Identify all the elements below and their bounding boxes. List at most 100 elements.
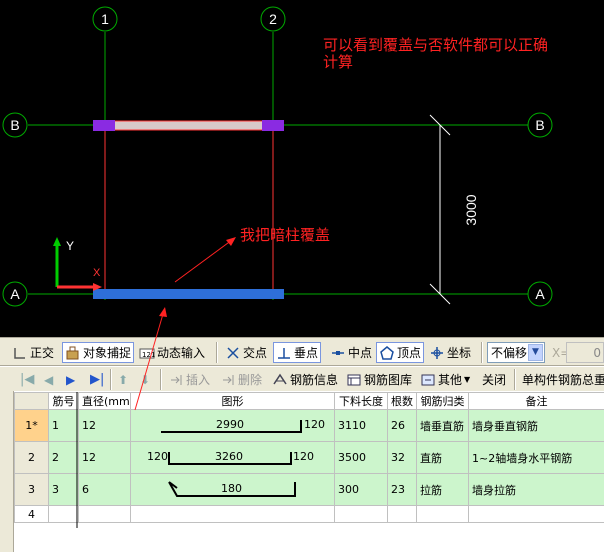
table-row[interactable]: 1* 1 12 2990 120 3110 26 墙垂直筋 墙身垂直钢筋 bbox=[14, 409, 604, 442]
row-index[interactable]: 2 bbox=[14, 441, 49, 474]
cell-count[interactable] bbox=[387, 505, 417, 523]
cell-count[interactable]: 32 bbox=[387, 441, 417, 474]
cad-canvas[interactable]: 1 2 B B A A 3000 Y X 可以看到覆盖与否软件都可以正确 计算 … bbox=[0, 0, 604, 337]
total-weight-label: 单构件钢筋总重 bbox=[522, 372, 604, 387]
header-diameter[interactable]: 直径(mm) bbox=[78, 392, 131, 410]
cell-category[interactable]: 墙垂直筋 bbox=[416, 409, 469, 442]
cell-bar-no[interactable] bbox=[48, 505, 79, 523]
top-beam[interactable] bbox=[94, 120, 281, 131]
cell-shape[interactable]: 120 3260 120 bbox=[130, 441, 335, 474]
row-index[interactable]: 4 bbox=[14, 505, 49, 523]
cell-remarks[interactable]: 墙身垂直钢筋 bbox=[468, 409, 604, 442]
cell-diameter[interactable]: 12 bbox=[78, 441, 131, 474]
axis-label-a-right: A bbox=[535, 286, 545, 302]
other-menu-button[interactable]: 其他 ▼ bbox=[418, 369, 472, 390]
total-weight-button[interactable]: 单构件钢筋总重 bbox=[520, 369, 604, 390]
delete-label: 删除 bbox=[238, 372, 263, 387]
midpoint-label: 中点 bbox=[348, 345, 373, 360]
cell-count[interactable]: 26 bbox=[387, 409, 417, 442]
coordinate-icon bbox=[429, 345, 445, 361]
header-bar-no[interactable]: 筋号 bbox=[48, 392, 79, 410]
cell-cut-length[interactable]: 3110 bbox=[334, 409, 388, 442]
cell-remarks[interactable] bbox=[468, 505, 604, 523]
x-input[interactable]: 0 bbox=[566, 342, 604, 363]
cell-bar-no[interactable]: 3 bbox=[48, 473, 79, 506]
annotation-top-line1: 可以看到覆盖与否软件都可以正确 bbox=[323, 36, 548, 54]
object-snap-button[interactable]: 对象捕捉 bbox=[62, 342, 135, 363]
rebar-info-button[interactable]: 钢筋信息 bbox=[270, 369, 340, 390]
cell-cut-length[interactable]: 300 bbox=[334, 473, 388, 506]
first-record-icon[interactable]: |◀ bbox=[18, 369, 36, 390]
dynamic-input-button[interactable]: 121 动态输入 bbox=[137, 342, 207, 363]
cell-remarks[interactable]: 1~2轴墙身水平钢筋 bbox=[468, 441, 604, 474]
move-up-icon[interactable]: ⬆ bbox=[116, 369, 130, 390]
cell-diameter[interactable]: 12 bbox=[78, 409, 131, 442]
header-cut-length[interactable]: 下料长度 bbox=[334, 392, 388, 410]
next-record-icon[interactable]: ▶ bbox=[64, 369, 77, 390]
cell-category[interactable]: 直筋 bbox=[416, 441, 469, 474]
cell-diameter[interactable] bbox=[78, 505, 131, 523]
axis-label-b-left: B bbox=[10, 117, 19, 133]
prev-record-icon[interactable]: ◀ bbox=[42, 369, 55, 390]
bottom-wall[interactable] bbox=[93, 289, 284, 299]
shape-main-length: 2990 bbox=[216, 418, 244, 431]
cell-count[interactable]: 23 bbox=[387, 473, 417, 506]
cell-bar-no[interactable]: 2 bbox=[48, 441, 79, 474]
row-index[interactable]: 3 bbox=[14, 473, 49, 506]
rebar-info-icon bbox=[272, 372, 288, 388]
header-remarks[interactable]: 备注 bbox=[468, 392, 604, 410]
cell-bar-no[interactable]: 1 bbox=[48, 409, 79, 442]
row-index[interactable]: 1* bbox=[14, 409, 49, 442]
vertex-button[interactable]: 顶点 bbox=[376, 342, 425, 363]
header-row-index bbox=[14, 392, 49, 410]
dropdown-arrow-icon: ▼ bbox=[464, 374, 471, 384]
table-row[interactable]: 2 2 12 120 3260 120 3500 32 直筋 1~2轴墙身水平钢… bbox=[14, 441, 604, 474]
annotation-top-line2: 计算 bbox=[323, 53, 353, 71]
cell-category[interactable]: 拉筋 bbox=[416, 473, 469, 506]
intersection-icon bbox=[225, 345, 241, 361]
cell-shape[interactable]: 180 bbox=[130, 473, 335, 506]
insert-button[interactable]: 插入 bbox=[166, 369, 212, 390]
perpendicular-button[interactable]: 垂点 bbox=[273, 342, 322, 363]
cell-cut-length[interactable]: 3500 bbox=[334, 441, 388, 474]
move-down-icon[interactable]: ⬇ bbox=[138, 369, 152, 390]
table-row[interactable]: 4 bbox=[14, 505, 604, 523]
rebar-library-button[interactable]: 钢筋图库 bbox=[344, 369, 414, 390]
column-right[interactable] bbox=[262, 120, 284, 131]
rebar-library-icon bbox=[346, 372, 362, 388]
dimension-text: 3000 bbox=[463, 194, 479, 225]
shape-right-length: 120 bbox=[293, 450, 314, 463]
coordinate-button[interactable]: 坐标 bbox=[427, 342, 473, 363]
header-count[interactable]: 根数 bbox=[387, 392, 417, 410]
separator bbox=[481, 342, 483, 363]
vertex-label: 顶点 bbox=[397, 345, 422, 360]
table-row[interactable]: 3 3 6 180 300 23 拉筋 墙身拉筋 bbox=[14, 473, 604, 506]
delete-button[interactable]: 删除 bbox=[218, 369, 264, 390]
chevron-down-icon[interactable]: ▼ bbox=[528, 344, 543, 361]
intersection-button[interactable]: 交点 bbox=[223, 342, 269, 363]
offset-select[interactable]: 不偏移 ▼ bbox=[487, 342, 545, 363]
other-icon bbox=[420, 372, 436, 388]
cell-diameter[interactable]: 6 bbox=[78, 473, 131, 506]
cell-shape[interactable] bbox=[130, 505, 335, 523]
rebar-library-label: 钢筋图库 bbox=[364, 372, 413, 387]
annotation-mid: 我把暗柱覆盖 bbox=[240, 226, 330, 244]
separator bbox=[514, 369, 516, 390]
x-input-value: 0 bbox=[593, 345, 601, 360]
cell-category[interactable] bbox=[416, 505, 469, 523]
cell-cut-length[interactable] bbox=[334, 505, 388, 523]
midpoint-icon bbox=[330, 345, 346, 361]
last-record-icon[interactable]: ▶| bbox=[88, 369, 106, 390]
cell-remarks[interactable]: 墙身拉筋 bbox=[468, 473, 604, 506]
midpoint-button[interactable]: 中点 bbox=[328, 342, 374, 363]
axis-label-a-left: A bbox=[10, 286, 20, 302]
separator bbox=[110, 369, 112, 390]
column-left[interactable] bbox=[93, 120, 115, 131]
header-category[interactable]: 钢筋归类 bbox=[416, 392, 469, 410]
header-shape[interactable]: 图形 bbox=[130, 392, 335, 410]
cell-shape[interactable]: 2990 120 bbox=[130, 409, 335, 442]
close-button[interactable]: 关闭 bbox=[480, 369, 508, 390]
ortho-button[interactable]: 正交 bbox=[10, 342, 56, 363]
separator bbox=[216, 342, 218, 363]
ucs-y-arrow-icon bbox=[53, 237, 61, 246]
